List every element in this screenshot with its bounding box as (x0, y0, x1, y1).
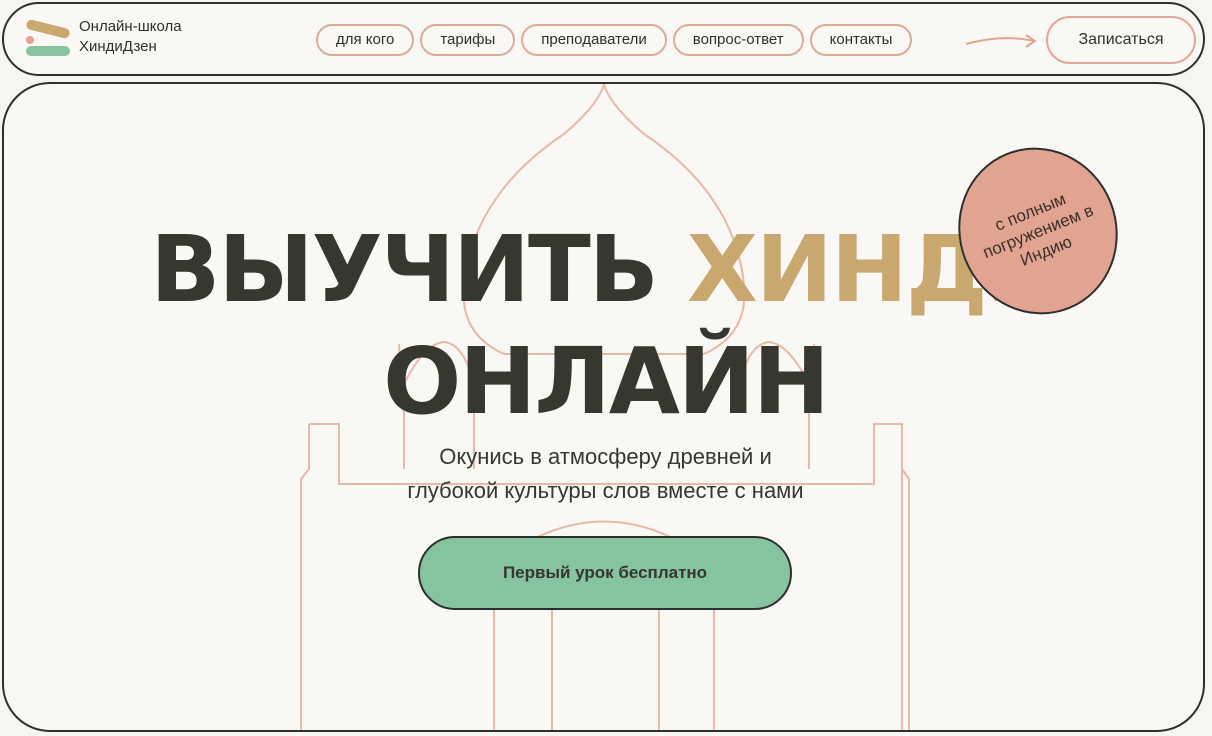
hero-title-line2: ОНЛАЙН (383, 328, 830, 435)
nav-item-teachers[interactable]: преподаватели (521, 24, 667, 56)
logo-text[interactable]: Онлайн-школа ХиндиДзен (79, 17, 182, 57)
nav-item-faq[interactable]: вопрос-ответ (672, 24, 804, 56)
hero-section: ВЫУЧИТЬ ХИНДИ ОНЛАЙН с полным погружение… (2, 82, 1205, 732)
subtitle-line2: глубокой культуры слов вместе с нами (407, 478, 804, 503)
subtitle-line1: Окунись в атмосферу древней и (439, 444, 772, 469)
free-lesson-button[interactable]: Первый урок бесплатно (418, 536, 792, 610)
signup-button[interactable]: Записаться (1046, 16, 1196, 64)
title-word-learn: ВЫУЧИТЬ (150, 216, 659, 323)
arrow-right-icon (965, 34, 1037, 48)
logo-line1: Онлайн-школа (79, 18, 182, 35)
hero-subtitle: Окунись в атмосферу древней и глубокой к… (4, 440, 1203, 508)
badge-text: с полным погружением в Индию (979, 188, 1097, 270)
nav-item-contacts[interactable]: контакты (809, 24, 913, 56)
nav-item-for-whom[interactable]: для кого (316, 24, 415, 56)
logo-line2: ХиндиДзен (79, 38, 157, 55)
logo-icon[interactable] (24, 20, 72, 58)
site-header: Онлайн-школа ХиндиДзен для кого тарифы п… (2, 2, 1205, 76)
nav-item-tariffs[interactable]: тарифы (420, 24, 516, 56)
main-nav: для кого тарифы преподаватели вопрос-отв… (316, 24, 913, 56)
